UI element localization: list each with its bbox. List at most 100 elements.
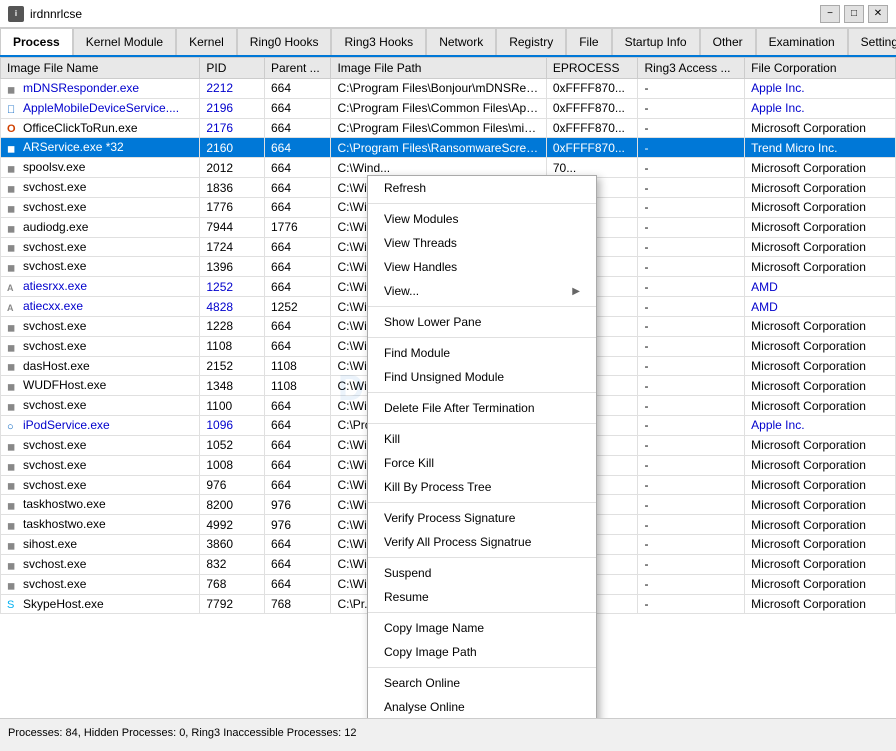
- process-name: atiesrxx.exe: [23, 279, 87, 293]
- tab-process[interactable]: Process: [0, 28, 73, 57]
- tab-file[interactable]: File: [566, 28, 611, 55]
- tab-ring3-hooks[interactable]: Ring3 Hooks: [331, 28, 426, 55]
- table-cell: -: [638, 376, 745, 396]
- menu-item-copy-image-name[interactable]: Copy Image Name: [368, 616, 596, 640]
- menu-item-label: Search Online: [384, 676, 460, 690]
- row-icon: ◼: [7, 82, 21, 96]
- table-cell: 664: [264, 455, 330, 475]
- menu-item-refresh[interactable]: Refresh: [368, 176, 596, 200]
- menu-item-verify-process-sig[interactable]: Verify Process Signature: [368, 506, 596, 530]
- table-cell: Microsoft Corporation: [745, 475, 896, 495]
- close-button[interactable]: ✕: [868, 5, 888, 23]
- table-cell: ◼svchost.exe: [1, 574, 200, 594]
- process-name: WUDFHost.exe: [23, 378, 106, 392]
- table-cell: ◼svchost.exe: [1, 336, 200, 356]
- table-cell: ◼mDNSResponder.exe: [1, 79, 200, 99]
- menu-item-suspend[interactable]: Suspend: [368, 561, 596, 585]
- table-cell: -: [638, 237, 745, 257]
- table-cell: AMD: [745, 297, 896, 317]
- table-cell: -: [638, 356, 745, 376]
- process-name: svchost.exe: [23, 180, 86, 194]
- table-cell: Microsoft Corporation: [745, 495, 896, 515]
- row-icon: ◼: [7, 181, 21, 195]
- table-cell: 1052: [200, 435, 265, 455]
- table-cell: -: [638, 316, 745, 336]
- tab-registry[interactable]: Registry: [496, 28, 566, 55]
- menu-item-label: Kill By Process Tree: [384, 480, 491, 494]
- row-icon: ◼: [7, 498, 21, 512]
- context-menu: Refresh View ModulesView ThreadsView Hand…: [367, 175, 597, 718]
- menu-item-find-module[interactable]: Find Module: [368, 341, 596, 365]
- row-icon: ◼: [7, 320, 21, 334]
- table-cell: 664: [264, 158, 330, 178]
- table-cell: 1100: [200, 396, 265, 416]
- table-cell: -: [638, 178, 745, 198]
- tab-examination[interactable]: Examination: [756, 28, 848, 55]
- table-cell: C:\Program Files\Common Files\microsoft …: [331, 118, 546, 138]
- minimize-button[interactable]: −: [820, 5, 840, 23]
- menu-item-analyse-online[interactable]: Analyse Online: [368, 695, 596, 718]
- menu-item-kill[interactable]: Kill: [368, 427, 596, 451]
- table-cell: 1396: [200, 257, 265, 277]
- table-row[interactable]: ◼mDNSResponder.exe2212664C:\Program File…: [1, 79, 896, 99]
- maximize-button[interactable]: □: [844, 5, 864, 23]
- process-name: svchost.exe: [23, 478, 86, 492]
- table-cell: ◼ARService.exe *32: [1, 138, 200, 158]
- tab-kernel-module[interactable]: Kernel Module: [73, 28, 176, 55]
- process-name: AppleMobileDeviceService....: [23, 101, 179, 115]
- menu-item-view-threads[interactable]: View Threads: [368, 231, 596, 255]
- process-name: sihost.exe: [23, 537, 77, 551]
- table-header-row: Image File NamePIDParent ...Image File P…: [1, 58, 896, 79]
- table-cell: 1252: [200, 277, 265, 297]
- table-cell: 664: [264, 316, 330, 336]
- menu-item-label: Find Unsigned Module: [384, 370, 504, 384]
- menu-item-label: Resume: [384, 590, 429, 604]
- table-cell: -: [638, 217, 745, 237]
- table-cell: -: [638, 435, 745, 455]
- table-row[interactable]: OOfficeClickToRun.exe2176664C:\Program F…: [1, 118, 896, 138]
- menu-item-delete-file[interactable]: Delete File After Termination: [368, 396, 596, 420]
- table-cell: 1348: [200, 376, 265, 396]
- menu-item-view-handles[interactable]: View Handles: [368, 255, 596, 279]
- tab-kernel[interactable]: Kernel: [176, 28, 237, 55]
- menu-item-verify-all-process-sig[interactable]: Verify All Process Signatrue: [368, 530, 596, 554]
- title-bar-left: i irdnnrlcse: [8, 6, 82, 22]
- table-cell: -: [638, 396, 745, 416]
- table-cell: 664: [264, 554, 330, 574]
- menu-item-kill-by-process-tree[interactable]: Kill By Process Tree: [368, 475, 596, 499]
- menu-item-resume[interactable]: Resume: [368, 585, 596, 609]
- menu-item-force-kill[interactable]: Force Kill: [368, 451, 596, 475]
- menu-item-find-unsigned[interactable]: Find Unsigned Module: [368, 365, 596, 389]
- menu-item-view-modules[interactable]: View Modules: [368, 207, 596, 231]
- table-cell: ◼svchost.exe: [1, 435, 200, 455]
- table-cell: Microsoft Corporation: [745, 158, 896, 178]
- tab-ring0-hooks[interactable]: Ring0 Hooks: [237, 28, 332, 55]
- menu-item-search-online[interactable]: Search Online: [368, 671, 596, 695]
- col-header: File Corporation: [745, 58, 896, 79]
- status-bar: Processes: 84, Hidden Processes: 0, Ring…: [0, 718, 896, 746]
- table-cell: 664: [264, 416, 330, 436]
- table-cell: -: [638, 158, 745, 178]
- table-cell: Microsoft Corporation: [745, 336, 896, 356]
- table-cell: ◼svchost.exe: [1, 475, 200, 495]
- tab-network[interactable]: Network: [426, 28, 496, 55]
- tab-other[interactable]: Other: [700, 28, 756, 55]
- table-row[interactable]: ◼ARService.exe *322160664C:\Program File…: [1, 138, 896, 158]
- row-icon: S: [7, 597, 21, 611]
- menu-item-view[interactable]: View...▶: [368, 279, 596, 303]
- table-row[interactable]: AppleMobileDeviceService....2196664C:\P…: [1, 98, 896, 118]
- table-cell: Aatiesrxx.exe: [1, 277, 200, 297]
- row-icon: ◼: [7, 578, 21, 592]
- table-cell: -: [638, 297, 745, 317]
- table-cell: 664: [264, 79, 330, 99]
- tab-startup-info[interactable]: Startup Info: [612, 28, 700, 55]
- table-cell: 0xFFFF870...: [546, 118, 638, 138]
- menu-item-show-lower-pane[interactable]: Show Lower Pane: [368, 310, 596, 334]
- table-cell: 664: [264, 118, 330, 138]
- tab-setting[interactable]: Setting: [848, 28, 896, 55]
- process-name: svchost.exe: [23, 438, 86, 452]
- menu-item-label: Analyse Online: [384, 700, 465, 714]
- menu-item-copy-image-path[interactable]: Copy Image Path: [368, 640, 596, 664]
- table-cell: C:\Program Files\Bonjour\mDNSResponder.e…: [331, 79, 546, 99]
- table-cell: 768: [200, 574, 265, 594]
